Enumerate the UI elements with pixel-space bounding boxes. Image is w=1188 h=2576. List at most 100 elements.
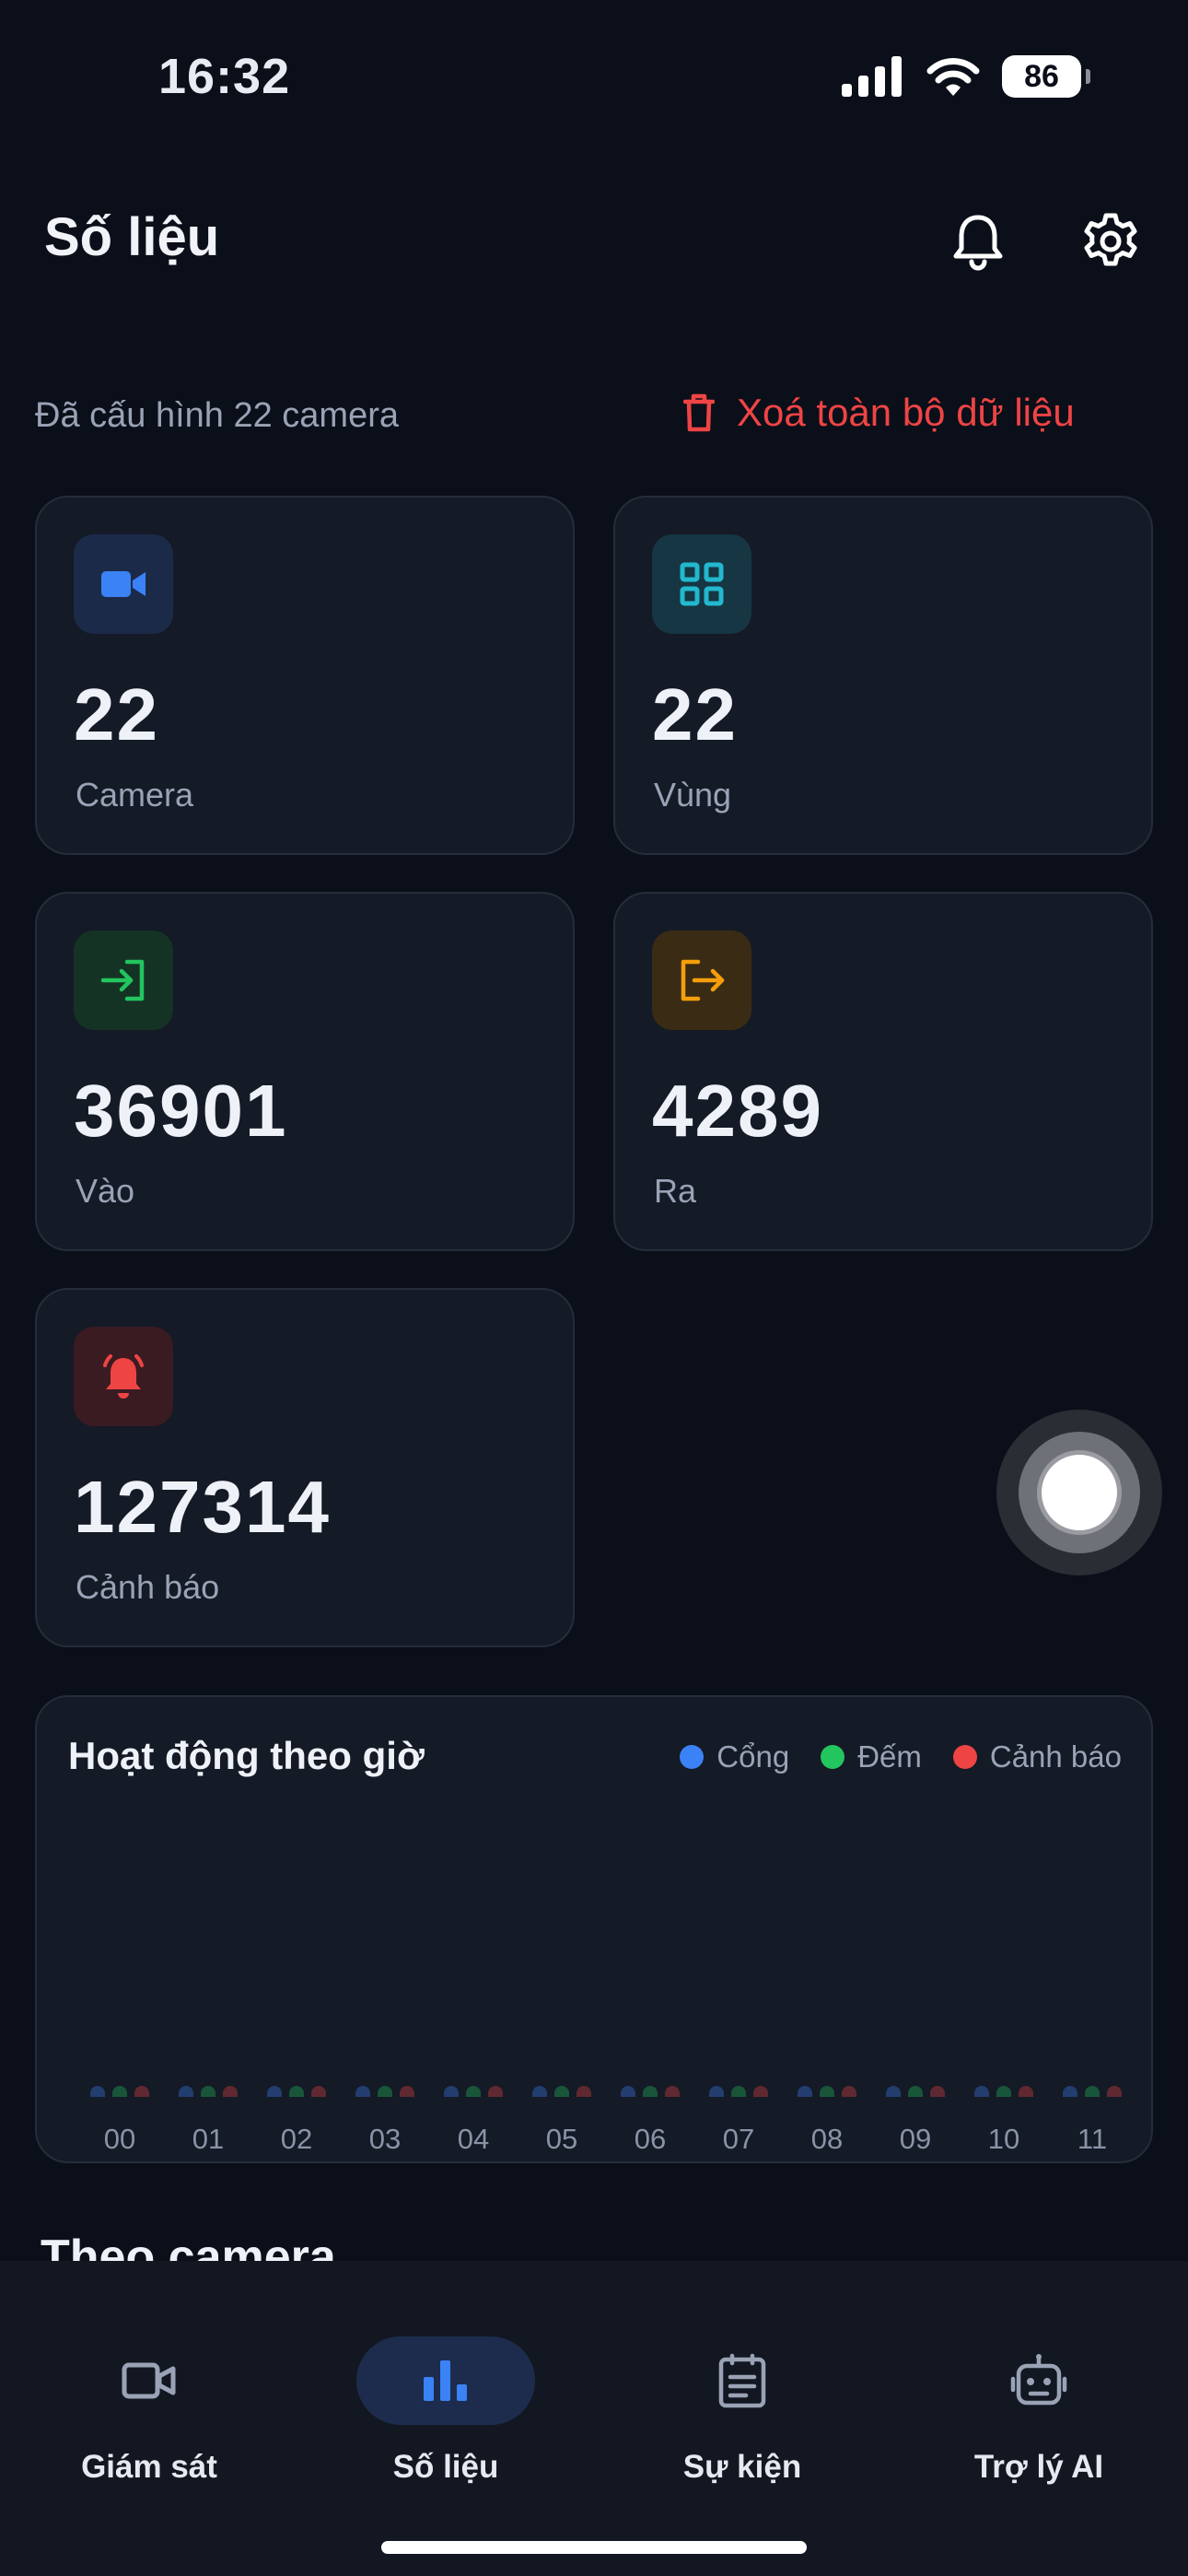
stat-card-exits[interactable]: 4289 Ra <box>613 892 1153 1251</box>
stat-label: Cảnh báo <box>76 1568 220 1606</box>
bar-đếm <box>996 2086 1011 2097</box>
bar-cảnh-báo <box>1107 2086 1122 2097</box>
nav-label: Giám sát <box>81 2449 217 2485</box>
legend-item: Cảnh báo <box>952 1739 1122 1774</box>
nav-item-monitoring[interactable]: Giám sát <box>11 2298 287 2485</box>
bar-cổng <box>267 2086 282 2097</box>
stat-value: 22 <box>652 673 738 755</box>
login-icon <box>100 959 145 1001</box>
stat-icon-box <box>652 534 751 634</box>
delete-all-data-button[interactable]: Xoá toàn bộ dữ liệu <box>683 391 1075 435</box>
x-tick-label: 04 <box>457 2123 490 2155</box>
battery-icon: 86 <box>1002 55 1090 98</box>
bar-cảnh-báo <box>842 2086 856 2097</box>
bar-cổng <box>179 2086 193 2097</box>
notification-bell-button[interactable] <box>941 205 1015 278</box>
stat-label: Ra <box>654 1172 697 1210</box>
settings-button[interactable] <box>1074 205 1147 278</box>
nav-item-statistics[interactable]: Số liệu <box>308 2298 584 2485</box>
bar-cổng <box>532 2086 547 2097</box>
hour-bars <box>83 2086 157 2099</box>
stat-label: Vào <box>76 1172 135 1210</box>
nav-item-events[interactable]: Sự kiện <box>604 2298 880 2485</box>
hour-bars <box>702 2086 775 2099</box>
stat-value: 22 <box>74 673 159 755</box>
legend-label: Đếm <box>857 1739 922 1774</box>
video-camera-icon <box>122 2362 176 2399</box>
legend-label: Cổng <box>716 1739 790 1774</box>
delete-all-label: Xoá toàn bộ dữ liệu <box>737 391 1075 434</box>
event-list-icon <box>718 2353 766 2408</box>
trash-icon <box>683 393 715 432</box>
stat-card-alerts[interactable]: 127314 Cảnh báo <box>35 1288 575 1647</box>
status-icons: 86 <box>840 55 1090 98</box>
legend-label: Cảnh báo <box>989 1739 1122 1774</box>
assistive-touch-button[interactable] <box>996 1410 1162 1575</box>
bar-cổng <box>621 2086 635 2097</box>
bar-đếm <box>554 2086 569 2097</box>
hourly-activity-chart: Hoạt động theo giờ Cổng Đếm Cảnh báo 00 0… <box>35 1695 1153 2163</box>
x-tick-label: 01 <box>192 2123 225 2155</box>
bar-cảnh-báo <box>1019 2086 1033 2097</box>
bell-icon <box>953 215 1003 271</box>
stat-card-zones[interactable]: 22 Vùng <box>613 496 1153 855</box>
x-tick-label: 03 <box>368 2123 402 2155</box>
bar-cảnh-báo <box>930 2086 945 2097</box>
nav-pill <box>949 2336 1128 2425</box>
grid-icon <box>680 562 724 606</box>
x-tick-label: 05 <box>545 2123 578 2155</box>
bar-cổng <box>355 2086 370 2097</box>
stat-value: 127314 <box>74 1466 331 1548</box>
legend-dot <box>952 1745 977 1769</box>
hour-bars <box>348 2086 422 2099</box>
nav-pill-active <box>356 2336 535 2425</box>
stat-value: 4289 <box>652 1070 823 1152</box>
stat-value: 36901 <box>74 1070 288 1152</box>
bar-đếm <box>908 2086 923 2097</box>
nav-pill <box>653 2336 832 2425</box>
assistive-touch-ring <box>1019 1432 1140 1553</box>
nav-label: Số liệu <box>392 2449 499 2485</box>
bar-cổng <box>798 2086 812 2097</box>
bottom-navigation: Giám sát Số liệu Sự kiện Trợ lý AI <box>0 2261 1188 2576</box>
hour-bars <box>613 2086 687 2099</box>
bar-cảnh-báo <box>311 2086 326 2097</box>
stat-label: Camera <box>76 776 194 814</box>
x-tick-label: 07 <box>722 2123 755 2155</box>
logout-icon <box>681 959 725 1001</box>
bar-cổng <box>90 2086 105 2097</box>
bar-đếm <box>643 2086 658 2097</box>
bar-cổng <box>444 2086 459 2097</box>
chart-legend: Cổng Đếm Cảnh báo <box>680 1739 1122 1774</box>
hour-bars <box>790 2086 864 2099</box>
x-tick-label: 06 <box>634 2123 667 2155</box>
bar-cảnh-báo <box>488 2086 503 2097</box>
bar-chart-icon <box>424 2360 467 2401</box>
legend-dot <box>680 1745 705 1769</box>
stat-card-entries[interactable]: 36901 Vào <box>35 892 575 1251</box>
x-tick-label: 00 <box>103 2123 136 2155</box>
status-time: 16:32 <box>158 49 291 104</box>
bar-cảnh-báo <box>753 2086 768 2097</box>
cellular-signal-icon <box>842 56 902 97</box>
stat-icon-box <box>74 1327 173 1426</box>
stat-icon-box <box>74 534 173 634</box>
stat-card-camera[interactable]: 22 Camera <box>35 496 575 855</box>
bar-đếm <box>112 2086 127 2097</box>
robot-icon <box>1010 2354 1067 2406</box>
hour-bars <box>171 2086 245 2099</box>
bar-cổng <box>974 2086 989 2097</box>
hour-bars <box>437 2086 510 2099</box>
video-camera-icon <box>101 571 146 597</box>
wifi-icon <box>926 58 980 96</box>
bar-cảnh-báo <box>223 2086 238 2097</box>
bar-cổng <box>709 2086 724 2097</box>
bar-đếm <box>289 2086 304 2097</box>
x-tick-label: 02 <box>280 2123 313 2155</box>
bar-đếm <box>201 2086 215 2097</box>
nav-label: Trợ lý AI <box>973 2449 1104 2485</box>
bar-đếm <box>1085 2086 1100 2097</box>
bar-cảnh-báo <box>577 2086 591 2097</box>
chart-title: Hoạt động theo giờ <box>68 1734 425 1777</box>
nav-item-ai-assistant[interactable]: Trợ lý AI <box>901 2298 1177 2485</box>
